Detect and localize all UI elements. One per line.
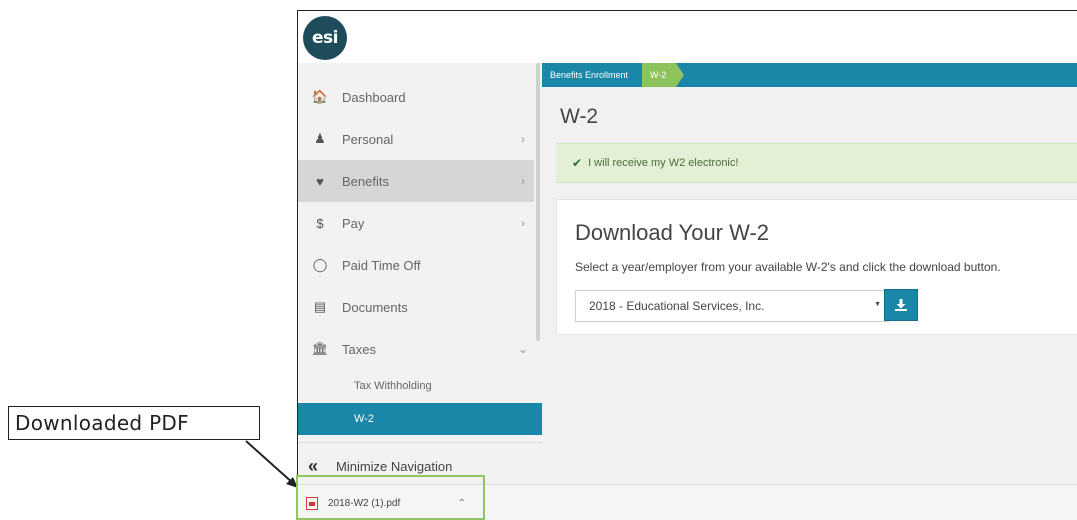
card-title: Download Your W-2 <box>575 220 770 245</box>
sidebar-subitem-tax-withholding[interactable]: Tax Withholding <box>298 370 542 402</box>
sidebar-scrollbar[interactable] <box>536 63 540 341</box>
chevron-right-icon: › <box>521 174 525 188</box>
dropdown-caret-icon: ▼ <box>874 301 881 308</box>
breadcrumb-benefits-enrollment[interactable]: Benefits Enrollment <box>542 63 637 87</box>
download-icon <box>895 299 907 311</box>
user-icon: ♟ <box>314 131 326 146</box>
sidebar-item-benefits[interactable]: ♥ Benefits › <box>298 160 534 202</box>
document-icon: ▤ <box>313 299 327 314</box>
heartbeat-icon: ♥ <box>316 173 324 189</box>
chevron-up-icon[interactable]: ⌃ <box>458 498 466 509</box>
breadcrumb: Benefits Enrollment W-2 <box>542 63 1077 87</box>
callout-label: Downloaded PDF <box>15 411 189 435</box>
sidebar: 🏠 Dashboard ♟ Personal › ♥ Benefits › $ … <box>298 63 542 494</box>
pdf-file-icon <box>306 496 318 510</box>
chevron-down-icon: ⌄ <box>517 342 529 356</box>
app-screenshot: esi 🏠 Dashboard ♟ Personal › ♥ Benefits … <box>297 10 1077 520</box>
home-icon: 🏠 <box>311 89 329 104</box>
download-w2-card: Download Your W-2 Select a year/employer… <box>556 199 1077 335</box>
breadcrumb-arrow <box>676 63 685 87</box>
sidebar-item-paid-time-off[interactable]: ◯ Paid Time Off <box>298 244 534 286</box>
card-description: Select a year/employer from your availab… <box>575 260 1001 274</box>
check-icon: ✔ <box>572 156 583 170</box>
sidebar-subitem-w2[interactable]: W-2 <box>298 403 542 435</box>
top-bar: esi <box>298 11 1077 63</box>
sidebar-item-personal[interactable]: ♟ Personal › <box>298 118 534 160</box>
download-button[interactable] <box>884 289 918 321</box>
double-chevron-left-icon: « <box>308 456 319 476</box>
sidebar-item-dashboard[interactable]: 🏠 Dashboard <box>298 76 534 118</box>
sidebar-item-pay[interactable]: $ Pay › <box>298 202 534 244</box>
main-content: Benefits Enrollment W-2 W-2 ✔ I will rec… <box>542 63 1077 494</box>
chevron-right-icon: › <box>521 216 525 230</box>
year-employer-select[interactable]: 2018 - Educational Services, Inc. ▼ <box>575 290 889 322</box>
sidebar-item-taxes[interactable]: 🏛 Taxes ⌄ <box>298 328 534 370</box>
chevron-right-icon: › <box>521 132 525 146</box>
clock-icon: ◯ <box>312 257 328 272</box>
downloaded-pdf-callout: Downloaded PDF <box>8 406 260 440</box>
downloaded-file-item[interactable]: 2018-W2 (1).pdf ⌃ <box>300 485 484 520</box>
breadcrumb-w2[interactable]: W-2 <box>642 63 677 87</box>
esi-logo[interactable]: esi <box>303 16 347 60</box>
sidebar-item-documents[interactable]: ▤ Documents <box>298 286 534 328</box>
page-title: W-2 <box>560 105 599 128</box>
minimize-navigation-button[interactable]: « Minimize Navigation <box>298 442 542 490</box>
browser-download-bar: 2018-W2 (1).pdf ⌃ <box>298 484 1077 520</box>
bank-icon: 🏛 <box>311 341 329 356</box>
success-alert: ✔ I will receive my W2 electronic! <box>556 143 1077 183</box>
dollar-icon: $ <box>316 215 324 231</box>
